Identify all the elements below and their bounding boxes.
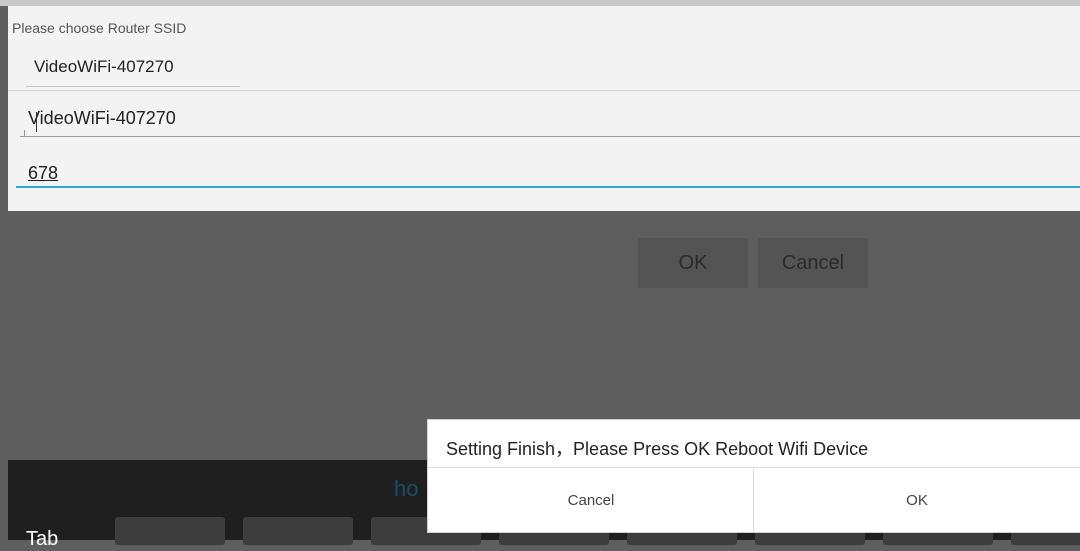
cancel-button-background: Cancel — [758, 238, 868, 288]
ok-button-background: OK — [638, 238, 748, 288]
keyboard-key[interactable] — [115, 517, 225, 545]
reboot-dialog: Setting Finish，Please Press OK Reboot Wi… — [427, 419, 1080, 533]
ssid-dropdown[interactable]: VideoWiFi-407270 — [26, 56, 240, 87]
ssid-input-value: VideoWiFi-407270 — [28, 108, 176, 128]
text-cursor — [36, 112, 37, 132]
ssid-dropdown-value: VideoWiFi-407270 — [34, 57, 174, 76]
keyboard-suggestion[interactable]: ho — [394, 476, 418, 502]
ssid-input[interactable]: VideoWiFi-407270 — [20, 106, 1080, 137]
dialog-cancel-button[interactable]: Cancel — [428, 468, 754, 532]
dialog-message: Setting Finish，Please Press OK Reboot Wi… — [446, 439, 869, 459]
ssid-form-panel: Please choose Router SSID VideoWiFi-4072… — [8, 6, 1080, 211]
password-input-value: 678 — [28, 163, 59, 183]
password-input[interactable]: 678 — [16, 162, 1080, 188]
keyboard-key[interactable] — [243, 517, 353, 545]
divider — [8, 90, 1080, 91]
dialog-ok-button[interactable]: OK — [754, 468, 1080, 532]
router-ssid-label: Please choose Router SSID — [12, 20, 187, 36]
selection-handle[interactable] — [24, 130, 28, 136]
